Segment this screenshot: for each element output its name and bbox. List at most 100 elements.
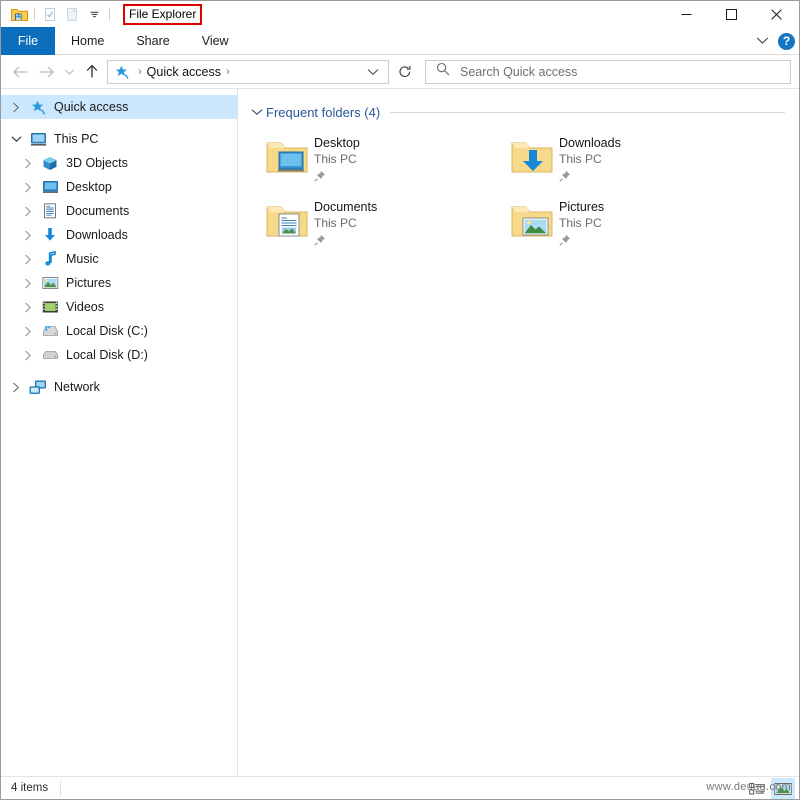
sidebar-item-quick-access[interactable]: Quick access bbox=[1, 95, 237, 119]
help-button[interactable]: ? bbox=[778, 32, 795, 50]
ribbon-right-controls: ? bbox=[756, 27, 795, 55]
list-item-name: Pictures bbox=[559, 200, 605, 214]
sidebar-item-label: Downloads bbox=[66, 228, 128, 242]
new-folder-icon[interactable] bbox=[61, 3, 83, 25]
list-item-meta: Documents This PC bbox=[314, 197, 377, 246]
window-controls bbox=[664, 1, 799, 27]
status-bar: 4 items www.deuag.com bbox=[1, 776, 799, 799]
breadcrumb-separator-2[interactable]: › bbox=[226, 66, 230, 78]
list-item-name: Documents bbox=[314, 200, 378, 214]
sidebar-item-label: 3D Objects bbox=[66, 156, 128, 170]
sidebar-item-this-pc[interactable]: This PC bbox=[1, 127, 237, 151]
minimize-button[interactable] bbox=[664, 1, 709, 27]
pin-icon bbox=[559, 233, 604, 246]
folder-desktop-icon bbox=[262, 133, 314, 181]
sidebar-item-local-disk-c[interactable]: Local Disk (C:) bbox=[1, 319, 237, 343]
status-divider bbox=[60, 780, 62, 796]
tab-view[interactable]: View bbox=[186, 27, 245, 55]
address-toolbar: › Quick access › Search Quick access bbox=[1, 55, 799, 88]
list-item-subtitle: This PC bbox=[559, 152, 602, 166]
sidebar-item-videos[interactable]: Videos bbox=[1, 295, 237, 319]
sidebar-item-documents[interactable]: Documents bbox=[1, 199, 237, 223]
sidebar-item-downloads[interactable]: Downloads bbox=[1, 223, 237, 247]
pictures-icon bbox=[39, 276, 61, 290]
sidebar-item-pictures[interactable]: Pictures bbox=[1, 271, 237, 295]
chevron-right-icon[interactable] bbox=[17, 206, 39, 217]
quick-access-star-icon bbox=[114, 65, 129, 79]
sidebar-item-local-disk-d[interactable]: Local Disk (D:) bbox=[1, 343, 237, 367]
sidebar-item-desktop[interactable]: Desktop bbox=[1, 175, 237, 199]
breadcrumb-separator-1: › bbox=[138, 65, 142, 78]
list-item-name: Downloads bbox=[559, 136, 621, 150]
folder-pictures-icon bbox=[507, 197, 559, 245]
list-item[interactable]: Pictures This PC bbox=[507, 195, 752, 259]
chevron-right-icon[interactable] bbox=[17, 158, 39, 169]
chevron-down-icon[interactable] bbox=[5, 135, 27, 143]
chevron-right-icon[interactable] bbox=[17, 254, 39, 265]
sidebar-item-label: Local Disk (C:) bbox=[66, 324, 148, 338]
file-list-pane[interactable]: Frequent folders (4) Desktop This PC Dow… bbox=[238, 89, 799, 776]
folder-downloads-icon bbox=[507, 133, 559, 181]
expand-ribbon-chevron-down-icon[interactable] bbox=[756, 32, 769, 50]
list-item[interactable]: Documents This PC bbox=[262, 195, 507, 259]
videos-icon bbox=[39, 300, 61, 314]
sidebar-item-label: Local Disk (D:) bbox=[66, 348, 148, 362]
chevron-right-icon[interactable] bbox=[5, 102, 27, 113]
ribbon-tab-bar: File Home Share View ? bbox=[1, 27, 799, 55]
view-mode-buttons bbox=[745, 777, 795, 800]
refresh-button[interactable] bbox=[392, 60, 418, 84]
large-icons-view-button[interactable] bbox=[771, 778, 795, 799]
sidebar-item-network[interactable]: Network bbox=[1, 375, 237, 399]
tab-file[interactable]: File bbox=[1, 27, 55, 55]
chevron-right-icon[interactable] bbox=[17, 350, 39, 361]
forward-button[interactable] bbox=[33, 59, 59, 85]
recent-locations-chevron-down-icon[interactable] bbox=[59, 59, 79, 85]
properties-icon[interactable] bbox=[39, 3, 61, 25]
music-icon bbox=[39, 251, 61, 267]
chevron-right-icon[interactable] bbox=[17, 182, 39, 193]
sidebar-item-label: Music bbox=[66, 252, 99, 266]
search-input[interactable]: Search Quick access bbox=[425, 59, 791, 84]
tab-share[interactable]: Share bbox=[120, 27, 185, 55]
sidebar-item-label: This PC bbox=[54, 132, 99, 146]
customize-chevron-icon[interactable] bbox=[83, 3, 105, 25]
list-item-subtitle: This PC bbox=[314, 216, 357, 230]
explorer-folder-icon[interactable] bbox=[8, 3, 30, 25]
search-placeholder: Search Quick access bbox=[460, 64, 578, 79]
frequent-folders-group-header[interactable]: Frequent folders (4) bbox=[248, 101, 799, 123]
qat-divider-2 bbox=[109, 7, 110, 21]
chevron-right-icon[interactable] bbox=[17, 230, 39, 241]
chevron-right-icon[interactable] bbox=[17, 302, 39, 313]
quick-access-star-icon bbox=[27, 100, 49, 115]
chevron-down-icon[interactable] bbox=[248, 108, 266, 116]
list-item-meta: Desktop This PC bbox=[314, 133, 360, 182]
close-button[interactable] bbox=[754, 1, 799, 27]
chevron-right-icon[interactable] bbox=[17, 326, 39, 337]
sidebar-item-label: Network bbox=[54, 380, 100, 394]
chevron-right-icon[interactable] bbox=[17, 278, 39, 289]
list-item[interactable]: Desktop This PC bbox=[262, 131, 507, 195]
list-item[interactable]: Downloads This PC bbox=[507, 131, 752, 195]
sidebar-item-3d-objects[interactable]: 3D Objects bbox=[1, 151, 237, 175]
address-dropdown-chevron-down-icon[interactable] bbox=[358, 68, 388, 76]
local-disk-c-icon bbox=[39, 324, 61, 338]
network-icon bbox=[27, 380, 49, 395]
list-item-name: Desktop bbox=[314, 136, 360, 150]
maximize-button[interactable] bbox=[709, 1, 754, 27]
chevron-right-icon[interactable] bbox=[5, 382, 27, 393]
folder-documents-icon bbox=[262, 197, 314, 245]
this-pc-icon bbox=[27, 132, 49, 147]
details-view-button[interactable] bbox=[745, 778, 769, 799]
tab-home[interactable]: Home bbox=[55, 27, 120, 55]
sidebar-item-label: Documents bbox=[66, 204, 130, 218]
item-count-label: 4 items bbox=[11, 782, 49, 794]
downloads-icon bbox=[39, 227, 61, 243]
address-bar[interactable]: › Quick access › bbox=[107, 59, 389, 84]
breadcrumb-path[interactable]: Quick access bbox=[147, 65, 221, 79]
up-button[interactable] bbox=[79, 59, 105, 85]
group-divider bbox=[390, 111, 785, 113]
list-item-subtitle: This PC bbox=[559, 216, 602, 230]
sidebar-item-music[interactable]: Music bbox=[1, 247, 237, 271]
back-button[interactable] bbox=[7, 59, 33, 85]
